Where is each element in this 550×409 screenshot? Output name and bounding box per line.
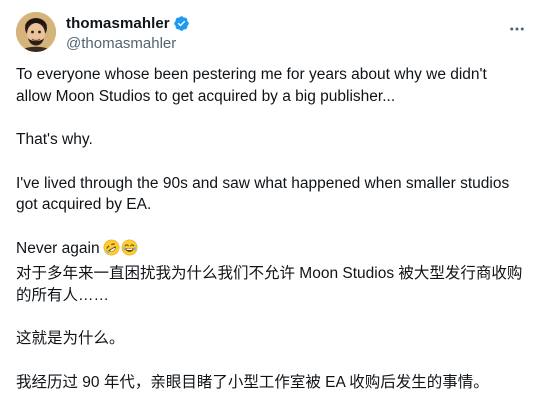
tweet-paragraph-3: I've lived through the 90s and saw what … xyxy=(16,174,510,214)
avatar[interactable] xyxy=(16,12,56,52)
avatar-image xyxy=(16,12,56,52)
tweet-text: To everyone whose been pestering me for … xyxy=(16,64,534,393)
tweet-paragraph-5: 对于多年来一直困扰我为什么我们不允许 Moon Studios 被大型发行商收购… xyxy=(16,265,523,304)
verified-badge-icon xyxy=(173,15,190,32)
tweet-paragraph-7: 我经历过 90 年代，亲眼目睹了小型工作室被 EA 收购后发生的事情。 xyxy=(16,373,489,391)
tweet-paragraph-4: Never again xyxy=(16,239,100,257)
face-with-tears-of-joy-icon xyxy=(121,239,138,256)
tweet-card: thomasmahler @thomasmahler To everyone w… xyxy=(0,0,550,409)
tweet-paragraph-2: That's why. xyxy=(16,131,93,148)
rolling-on-floor-laughing-icon xyxy=(103,239,120,256)
display-name[interactable]: thomasmahler xyxy=(66,15,170,32)
tweet-paragraph-6: 这就是为什么。 xyxy=(16,330,125,347)
tweet-header: thomasmahler @thomasmahler xyxy=(16,12,534,54)
user-names: thomasmahler @thomasmahler xyxy=(66,13,190,54)
more-options-button[interactable] xyxy=(500,12,534,46)
display-name-row: thomasmahler xyxy=(66,13,190,33)
more-dots-icon xyxy=(510,27,524,31)
tweet-paragraph-4-line: Never again xyxy=(16,238,534,260)
tweet-paragraph-1: To everyone whose been pestering me for … xyxy=(16,66,487,105)
user-handle[interactable]: @thomasmahler xyxy=(66,34,190,54)
